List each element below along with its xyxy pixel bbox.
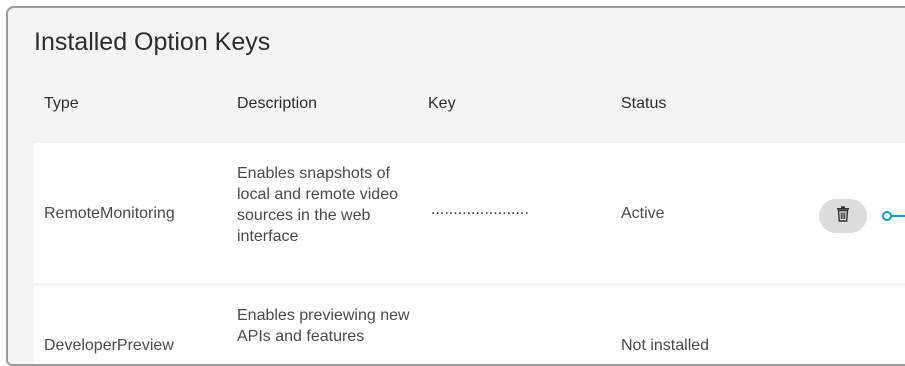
row-description: Enables previewing new APIs and features	[237, 307, 410, 345]
delete-option-key-button[interactable]	[819, 199, 867, 233]
row-type: DeveloperPreview	[44, 337, 174, 354]
column-header-key: Key	[428, 95, 456, 112]
row-key: ......................	[431, 201, 529, 218]
toggle-icon[interactable]	[882, 208, 905, 224]
table-row: RemoteMonitoring Enables snapshots of lo…	[34, 143, 905, 283]
trash-icon	[836, 205, 850, 227]
row-description: Enables snapshots of local and remote vi…	[237, 165, 398, 245]
installed-option-keys-panel: Installed Option Keys Type Description K…	[6, 6, 905, 366]
row-type: RemoteMonitoring	[44, 205, 175, 222]
status-text: Active	[621, 205, 665, 222]
column-header-type: Type	[44, 95, 79, 112]
status-text: Not installed	[621, 337, 710, 354]
panel-title: Installed Option Keys	[34, 28, 271, 56]
column-header-description: Description	[237, 95, 318, 112]
column-header-status: Status	[621, 95, 667, 112]
table-row: DeveloperPreview Enables previewing new …	[34, 286, 905, 364]
